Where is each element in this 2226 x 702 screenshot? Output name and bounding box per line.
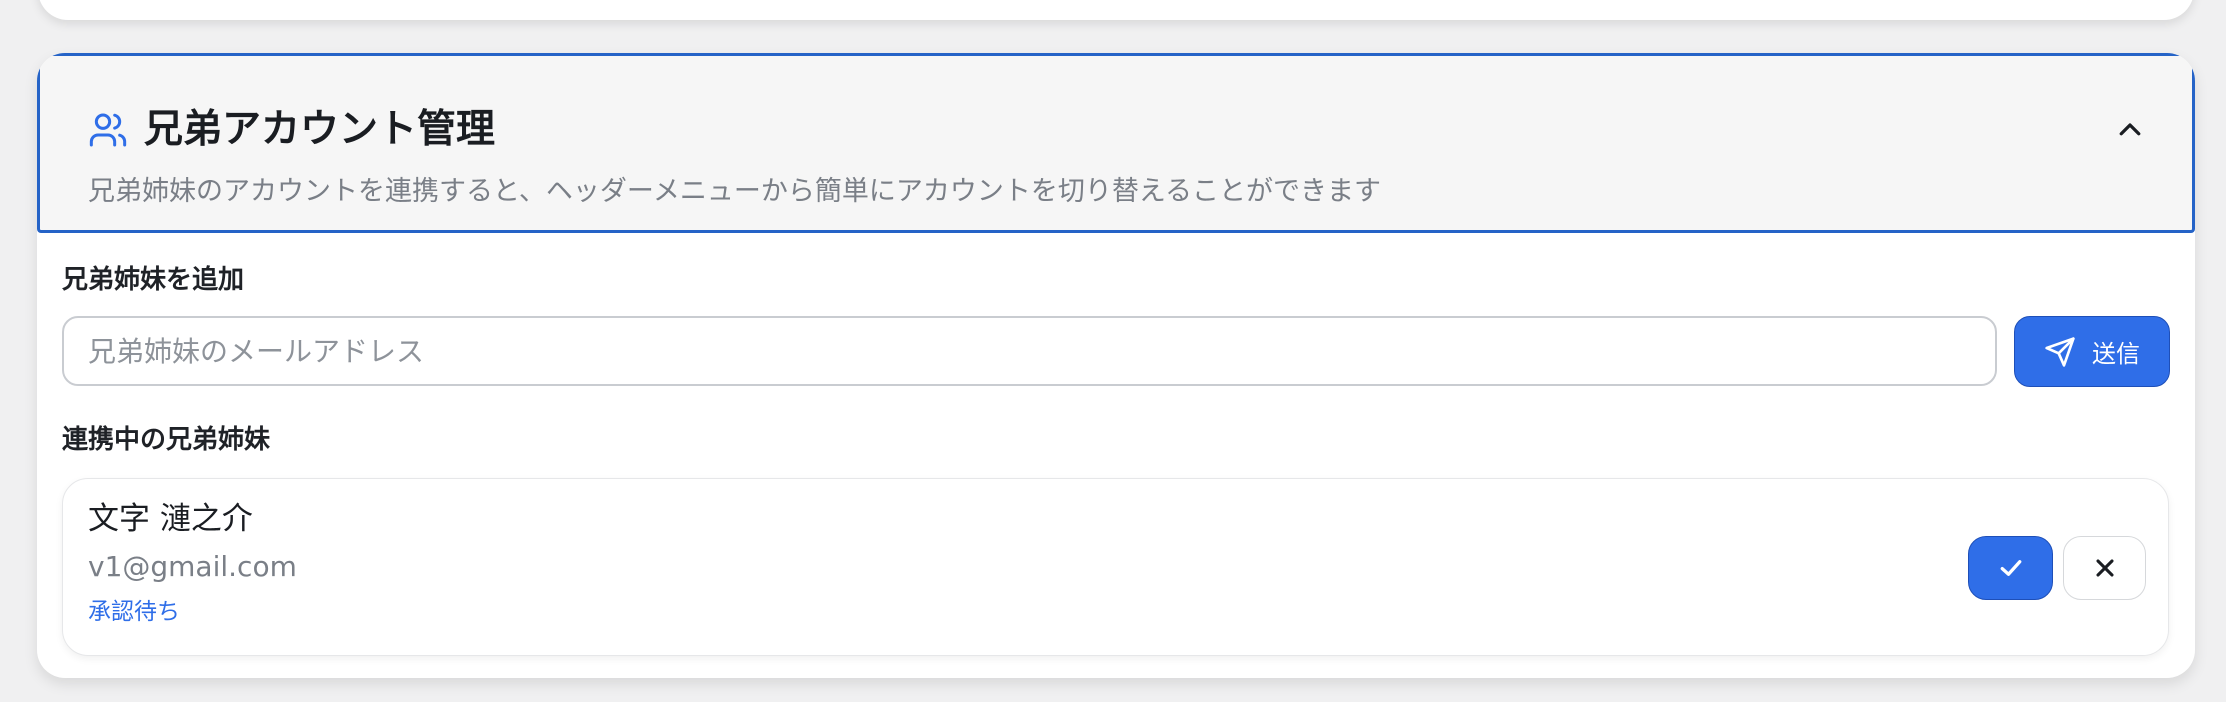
linked-siblings-label: 連携中の兄弟姉妹 xyxy=(62,425,271,455)
sibling-list-item: 文字 漣之介 v1@gmail.com 承認待ち xyxy=(62,478,2169,656)
reject-button[interactable] xyxy=(2063,536,2146,600)
sibling-email: v1@gmail.com xyxy=(88,550,297,583)
users-icon xyxy=(88,110,128,150)
status-badge: 承認待ち xyxy=(88,599,180,625)
sibling-account-card: 兄弟アカウント管理 兄弟姉妹のアカウントを連携すると、ヘッダーメニューから簡単に… xyxy=(37,53,2195,678)
sibling-name: 文字 漣之介 xyxy=(88,501,253,537)
section-description: 兄弟姉妹のアカウントを連携すると、ヘッダーメニューから簡単にアカウントを切り替え… xyxy=(88,176,1382,207)
send-button[interactable]: 送信 xyxy=(2014,316,2170,387)
sibling-email-input[interactable] xyxy=(62,316,1997,386)
approve-button[interactable] xyxy=(1968,536,2053,600)
send-icon xyxy=(2044,336,2076,368)
add-sibling-label: 兄弟姉妹を追加 xyxy=(62,265,245,295)
section-title: 兄弟アカウント管理 xyxy=(144,107,496,152)
chevron-up-icon[interactable] xyxy=(2108,108,2152,152)
check-icon xyxy=(1996,553,2026,583)
send-button-label: 送信 xyxy=(2092,340,2140,368)
previous-card xyxy=(38,0,2194,20)
sibling-account-header[interactable]: 兄弟アカウント管理 兄弟姉妹のアカウントを連携すると、ヘッダーメニューから簡単に… xyxy=(37,53,2195,233)
close-icon xyxy=(2091,554,2119,582)
